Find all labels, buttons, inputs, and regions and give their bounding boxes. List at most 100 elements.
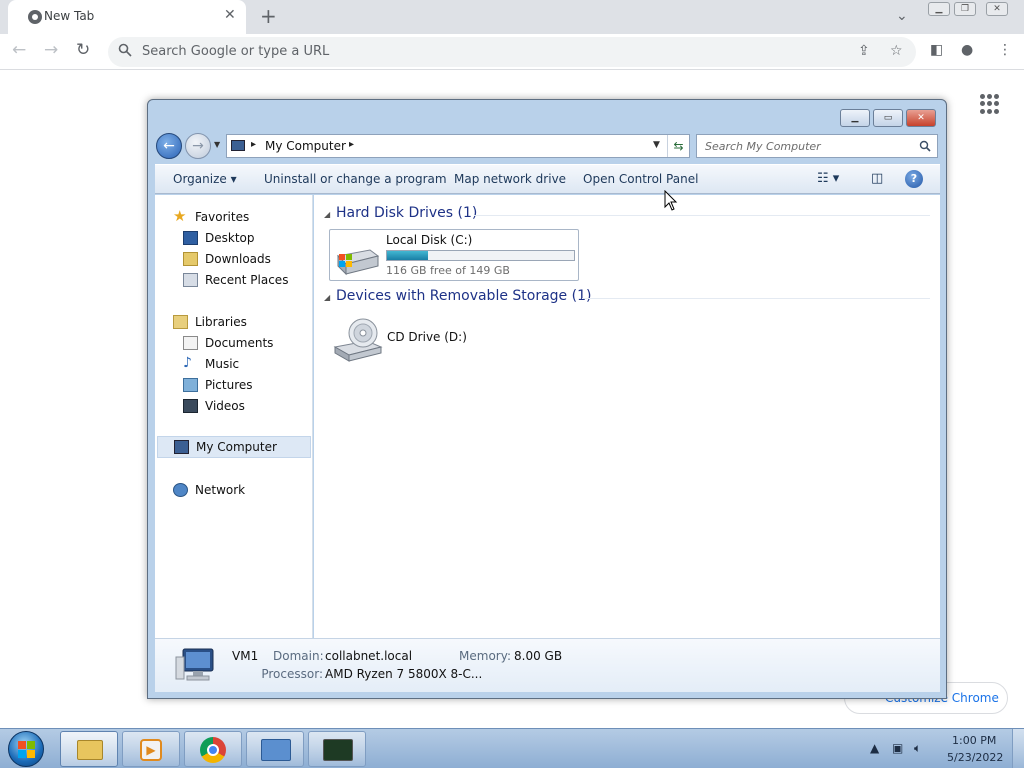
- drive-free-space: 116 GB free of 149 GB: [386, 264, 510, 277]
- computer-monitor-icon: [175, 648, 214, 681]
- chrome-close-button[interactable]: ✕: [986, 2, 1008, 16]
- profile-avatar-icon[interactable]: ●: [961, 42, 973, 58]
- drive-usage-bar: [386, 250, 575, 261]
- change-view-icon[interactable]: ☷ ▾: [817, 171, 839, 186]
- recent-pages-dropdown-icon[interactable]: ▼: [214, 140, 220, 149]
- windows-taskbar: ▶ ▲ ▣ 🔈︎ 1:00 PM 5/23/2022: [0, 728, 1024, 768]
- chrome-restore-button[interactable]: ❐: [954, 2, 976, 16]
- refresh-icon[interactable]: ⇆: [667, 135, 689, 157]
- windows-logo-icon: [18, 741, 35, 758]
- explorer-window: ▁ ▭ ✕ ← → ▼ ▸ My Computer ▸ ▼ ⇆ Search M…: [147, 99, 947, 699]
- processor-label: Processor:: [261, 667, 323, 681]
- address-bar[interactable]: ▸ My Computer ▸ ▼ ⇆: [226, 134, 690, 158]
- folder-icon: [77, 740, 103, 760]
- content-pane: ◢ Hard Disk Drives (1) Local Disk (C:) 1…: [314, 195, 940, 638]
- help-icon[interactable]: ?: [905, 170, 923, 188]
- memory-label: Memory:: [459, 649, 511, 663]
- breadcrumb-arrow-icon[interactable]: ▸: [349, 139, 354, 150]
- chrome-favicon-icon: [28, 10, 42, 24]
- back-arrow-icon[interactable]: ←: [12, 40, 26, 60]
- search-input[interactable]: Search My Computer: [696, 134, 938, 158]
- network-globe-icon: [173, 483, 188, 497]
- share-icon[interactable]: ⇪: [858, 43, 870, 59]
- computer-icon: [231, 140, 245, 151]
- navigation-pane: ★ Favorites Desktop Downloads Recent Pla…: [155, 195, 313, 638]
- hard-drive-icon: [336, 249, 380, 276]
- address-dropdown-icon[interactable]: ▼: [653, 140, 660, 150]
- forward-arrow-icon[interactable]: →: [44, 40, 58, 60]
- computer-name: VM1: [232, 649, 259, 663]
- processor-value: AMD Ryzen 7 5800X 8-C...: [325, 667, 483, 681]
- search-icon[interactable]: [919, 140, 931, 152]
- clock-time[interactable]: 1:00 PM: [952, 734, 996, 747]
- uninstall-program-button[interactable]: Uninstall or change a program: [264, 172, 447, 186]
- pictures-icon: [183, 378, 198, 392]
- explorer-minimize-button[interactable]: ▁: [840, 109, 870, 127]
- group-divider: [582, 298, 930, 299]
- taskbar-control-panel-button[interactable]: [246, 731, 304, 767]
- search-icon: [118, 43, 132, 57]
- search-placeholder: Search My Computer: [705, 140, 821, 153]
- command-bar: Organize ▾ Uninstall or change a program…: [155, 164, 940, 194]
- omnibox-placeholder: Search Google or type a URL: [142, 44, 330, 59]
- side-panel-icon[interactable]: ◧: [930, 42, 943, 58]
- chrome-toolbar: ← → ↻ Search Google or type a URL ⇪ ☆ ◧ …: [0, 34, 1024, 70]
- collapse-triangle-icon[interactable]: ◢: [324, 293, 330, 302]
- nav-item-my-computer[interactable]: My Computer: [157, 436, 311, 458]
- clock-date[interactable]: 5/23/2022: [947, 751, 1003, 764]
- cd-drive-icon[interactable]: [333, 317, 383, 363]
- google-apps-icon[interactable]: [980, 94, 1000, 114]
- explorer-maximize-button[interactable]: ▭: [873, 109, 903, 127]
- music-note-icon: ♪: [183, 355, 192, 371]
- domain-label: Domain:: [273, 649, 324, 663]
- organize-button[interactable]: Organize ▾: [173, 172, 237, 186]
- chrome-menu-icon[interactable]: ⋮: [998, 42, 1012, 58]
- network-tray-icon[interactable]: ▣: [892, 741, 903, 755]
- bookmark-star-icon[interactable]: ☆: [890, 43, 903, 59]
- downloads-folder-icon: [183, 252, 198, 266]
- tab-close-icon[interactable]: ✕: [224, 7, 236, 23]
- breadcrumb-location[interactable]: My Computer: [265, 139, 346, 153]
- tab-search-chevron-icon[interactable]: ⌄: [896, 8, 908, 24]
- drive-cd-d[interactable]: CD Drive (D:): [387, 330, 467, 344]
- open-control-panel-button[interactable]: Open Control Panel: [583, 172, 698, 186]
- group-divider: [474, 215, 930, 216]
- domain-value: collabnet.local: [325, 649, 413, 663]
- start-button[interactable]: [8, 731, 44, 767]
- explorer-back-button[interactable]: ←: [156, 133, 182, 159]
- explorer-close-button[interactable]: ✕: [906, 109, 936, 127]
- reload-icon[interactable]: ↻: [76, 40, 90, 60]
- explorer-forward-button[interactable]: →: [185, 133, 211, 159]
- taskbar-explorer-button[interactable]: [60, 731, 118, 767]
- drive-name: Local Disk (C:): [386, 233, 473, 247]
- show-hidden-icons-arrow-icon[interactable]: ▲: [870, 741, 879, 755]
- preview-pane-icon[interactable]: ◫: [871, 171, 883, 186]
- organize-label: Organize: [173, 172, 227, 186]
- tab-new-tab[interactable]: New Tab ✕: [8, 0, 246, 34]
- computer-icon: [174, 440, 189, 454]
- chrome-icon: [200, 737, 226, 763]
- chrome-minimize-button[interactable]: ▁: [928, 2, 950, 16]
- memory-value: 8.00 GB: [514, 649, 563, 663]
- desktop-icon: [183, 231, 198, 245]
- volume-tray-icon[interactable]: 🔈︎: [914, 741, 921, 756]
- taskbar-task-manager-button[interactable]: [308, 731, 366, 767]
- new-tab-button[interactable]: +: [260, 4, 277, 28]
- chrome-tab-strip: New Tab ✕ + ⌄ ▁ ❐ ✕: [0, 0, 1024, 34]
- details-pane: VM1 Domain: collabnet.local Memory: 8.00…: [155, 638, 940, 692]
- breadcrumb-arrow-icon[interactable]: ▸: [251, 139, 256, 150]
- show-desktop-button[interactable]: [1012, 729, 1024, 768]
- taskbar-media-player-button[interactable]: ▶: [122, 731, 180, 767]
- drive-local-disk-c[interactable]: Local Disk (C:) 116 GB free of 149 GB: [329, 229, 579, 281]
- media-player-icon: ▶: [140, 739, 162, 761]
- omnibox[interactable]: Search Google or type a URL ⇪ ☆: [108, 37, 916, 67]
- tab-title: New Tab: [44, 9, 95, 23]
- libraries-icon: [173, 315, 188, 329]
- map-network-drive-button[interactable]: Map network drive: [454, 172, 566, 186]
- mouse-cursor-icon: [664, 190, 678, 211]
- videos-filmstrip-icon: [183, 399, 198, 413]
- documents-icon: [183, 336, 198, 350]
- collapse-triangle-icon[interactable]: ◢: [324, 210, 330, 219]
- task-manager-icon: [323, 739, 353, 761]
- taskbar-chrome-button[interactable]: [184, 731, 242, 767]
